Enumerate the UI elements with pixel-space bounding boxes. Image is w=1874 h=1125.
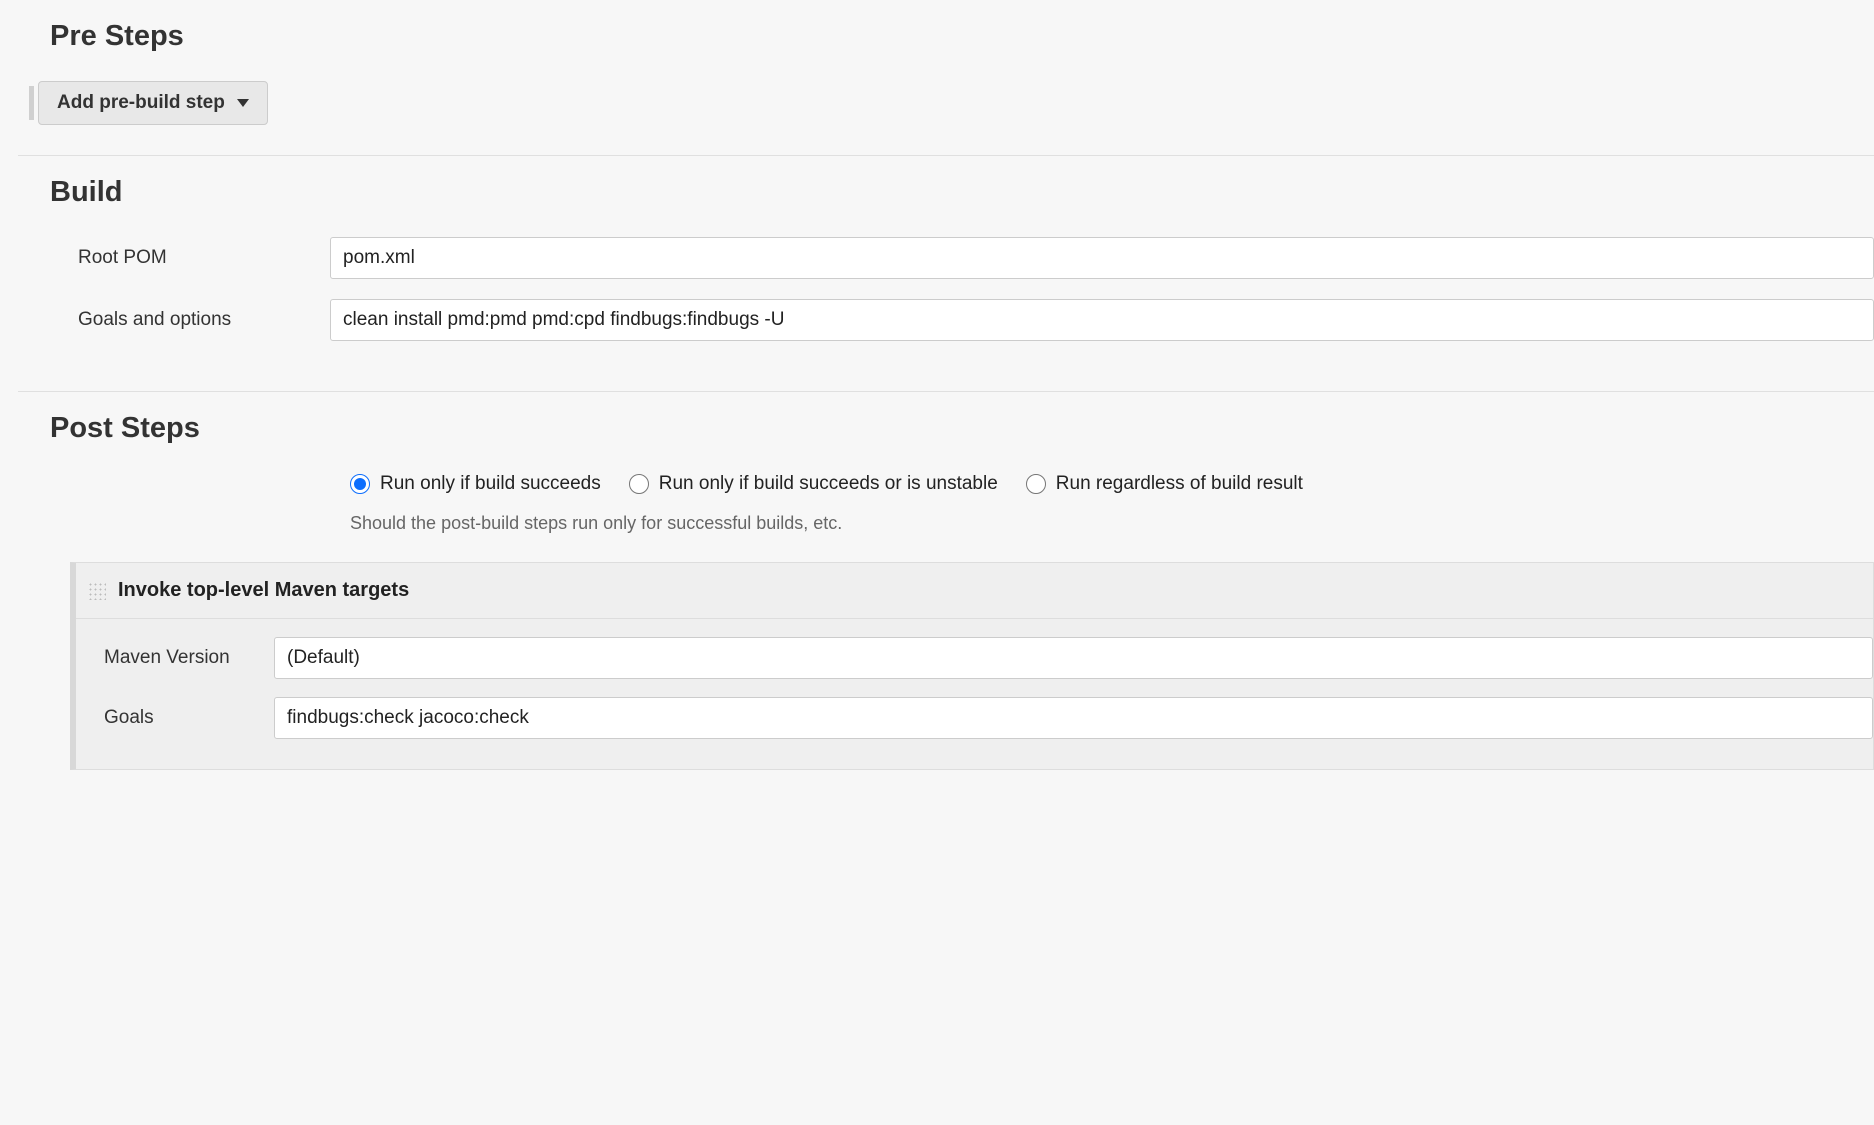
radio-run-regardless-input[interactable] [1026,474,1046,494]
maven-step-body: Maven Version Goals [76,619,1873,769]
maven-step-title: Invoke top-level Maven targets [118,579,409,602]
root-pom-label: Root POM [50,247,330,269]
post-steps-help-text: Should the post-build steps run only for… [350,513,1874,534]
radio-run-if-succeeds-input[interactable] [350,474,370,494]
root-pom-input[interactable] [330,237,1874,279]
maven-goals-row: Goals [94,697,1873,739]
radio-run-regardless-label: Run regardless of build result [1056,473,1303,495]
radio-run-if-succeeds[interactable]: Run only if build succeeds [350,473,601,495]
maven-goals-input[interactable] [274,697,1873,739]
add-pre-build-step-label: Add pre-build step [57,92,225,114]
post-steps-run-condition: Run only if build succeeds Run only if b… [350,473,1874,495]
root-pom-row: Root POM [50,237,1874,279]
post-steps-heading: Post Steps [50,412,1874,445]
radio-run-if-succeeds-label: Run only if build succeeds [380,473,601,495]
maven-step-header: Invoke top-level Maven targets [76,563,1873,619]
maven-version-select[interactable] [274,637,1873,679]
maven-version-row: Maven Version [94,637,1873,679]
radio-run-if-succeeds-or-unstable-label: Run only if build succeeds or is unstabl… [659,473,998,495]
chevron-down-icon [237,99,249,107]
build-section: Build Root POM Goals and options [18,156,1874,391]
maven-goals-label: Goals [94,707,274,729]
goals-options-row: Goals and options [50,299,1874,341]
post-steps-section: Post Steps Run only if build succeeds Ru… [18,392,1874,780]
pre-steps-section: Pre Steps Add pre-build step [18,0,1874,155]
goals-options-label: Goals and options [50,309,330,331]
drag-handle-icon[interactable] [88,582,106,600]
radio-run-if-succeeds-or-unstable-input[interactable] [629,474,649,494]
maven-version-label: Maven Version [94,647,274,669]
radio-run-regardless[interactable]: Run regardless of build result [1026,473,1303,495]
radio-run-if-succeeds-or-unstable[interactable]: Run only if build succeeds or is unstabl… [629,473,998,495]
goals-options-input[interactable] [330,299,1874,341]
pre-steps-heading: Pre Steps [50,20,1874,53]
add-pre-build-step-button[interactable]: Add pre-build step [38,81,268,125]
maven-step-block: Invoke top-level Maven targets Maven Ver… [70,562,1874,770]
build-heading: Build [50,176,1874,209]
